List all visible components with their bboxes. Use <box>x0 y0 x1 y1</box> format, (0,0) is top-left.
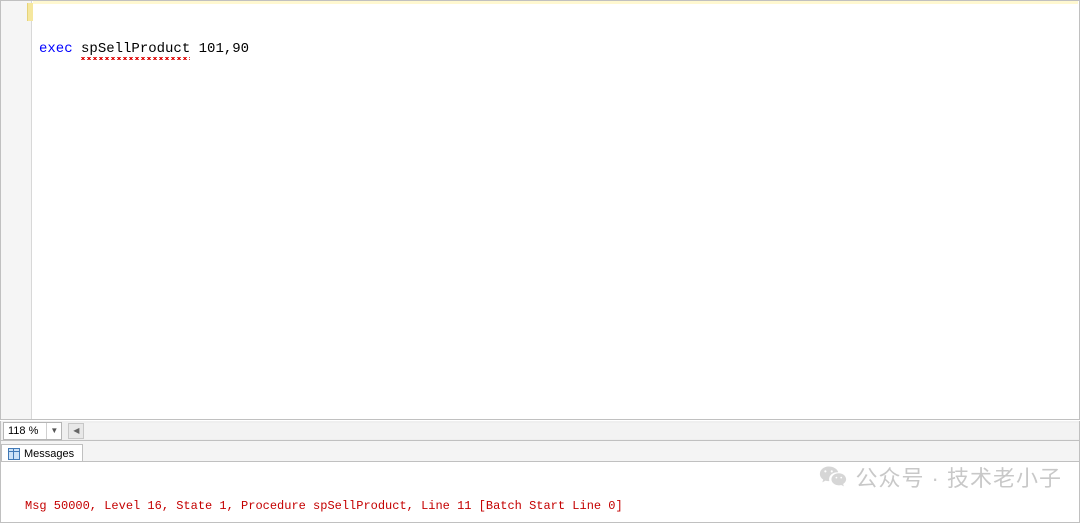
zoom-combo[interactable]: 118 % ▼ <box>3 422 62 440</box>
code-area[interactable]: exec spSellProduct 101,90 <box>39 4 1078 419</box>
messages-icon <box>8 448 20 460</box>
tab-messages[interactable]: Messages <box>1 444 83 462</box>
sql-arg-1: 101 <box>199 41 224 57</box>
chevron-left-icon[interactable]: ◀ <box>68 423 84 439</box>
change-marker <box>27 3 33 21</box>
space <box>190 41 198 57</box>
comma: , <box>224 41 232 57</box>
sql-arg-2: 90 <box>232 41 249 57</box>
code-line-1[interactable]: exec spSellProduct 101,90 <box>39 40 1078 58</box>
editor-gutter <box>1 1 32 419</box>
space <box>73 41 81 57</box>
horizontal-scroll-track[interactable] <box>84 423 1079 439</box>
tab-messages-label: Messages <box>24 448 74 460</box>
zoom-value: 118 % <box>4 425 46 437</box>
sql-procedure-name: spSellProduct <box>81 40 190 58</box>
messages-pane[interactable]: Msg 50000, Level 16, State 1, Procedure … <box>0 461 1080 523</box>
message-line-1: Msg 50000, Level 16, State 1, Procedure … <box>25 498 1079 514</box>
sql-editor-pane[interactable]: exec spSellProduct 101,90 <box>0 0 1080 420</box>
sql-keyword-exec: exec <box>39 41 73 57</box>
results-tab-strip: Messages <box>0 441 1080 461</box>
editor-footer-bar: 118 % ▼ ◀ <box>0 421 1080 441</box>
chevron-down-icon[interactable]: ▼ <box>46 423 61 439</box>
